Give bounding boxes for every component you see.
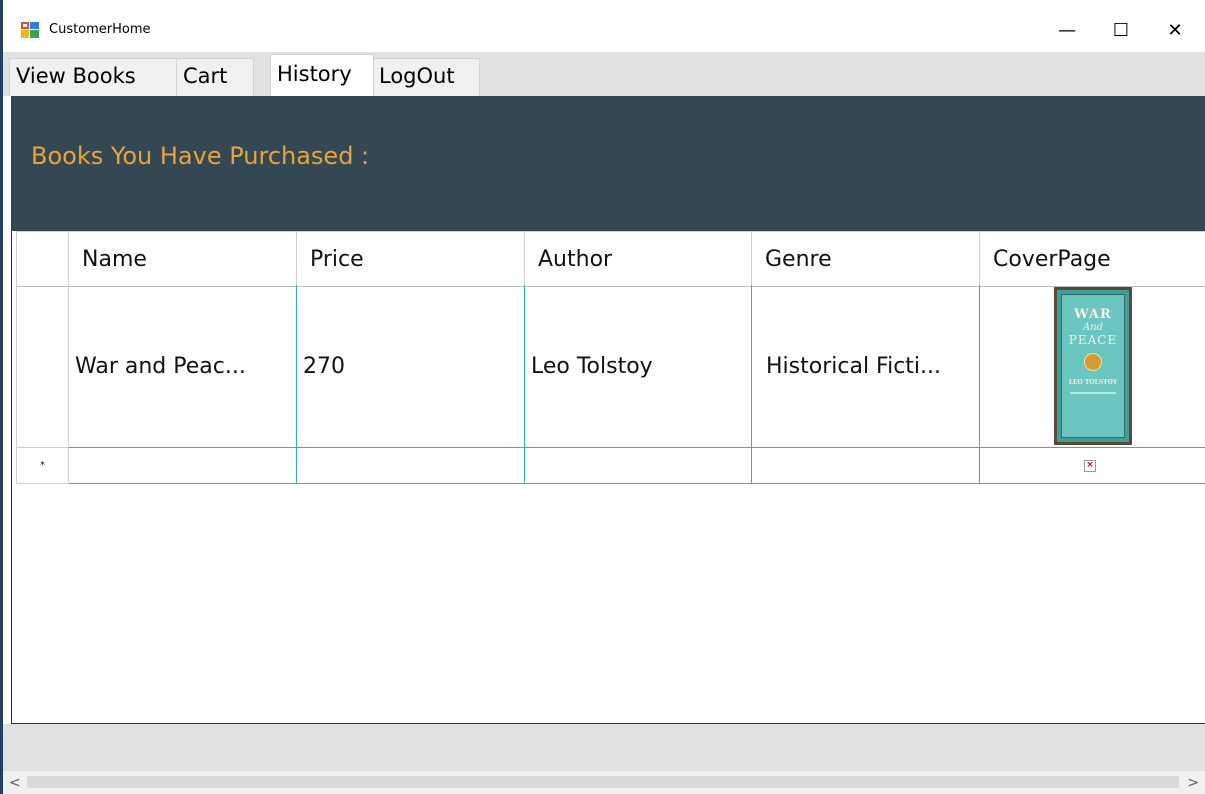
cell-author[interactable]: Leo Tolstoy <box>525 285 752 448</box>
broken-image-icon: × <box>1084 459 1096 472</box>
new-row[interactable]: * × <box>16 448 1205 484</box>
cell-genre[interactable]: Historical Ficti... <box>752 285 980 448</box>
cover-author: LEO TOLSTOY <box>1068 379 1118 386</box>
tab-strip: View Books Cart History LogOut <box>3 52 1205 96</box>
horizontal-scrollbar[interactable]: < > <box>3 770 1205 794</box>
new-cell-author[interactable] <box>525 448 752 484</box>
page-title: Books You Have Purchased : <box>31 142 370 170</box>
title-bar[interactable]: CustomerHome — ☐ ✕ <box>3 0 1205 52</box>
column-header-coverpage[interactable]: CoverPage <box>980 232 1205 286</box>
cell-name[interactable]: War and Peac... <box>69 285 297 448</box>
winforms-app-icon <box>21 22 39 38</box>
history-header-panel: Books You Have Purchased : <box>11 96 1205 231</box>
scroll-right-icon[interactable]: > <box>1187 775 1199 791</box>
customer-home-window: CustomerHome — ☐ ✕ View Books Cart Histo… <box>3 0 1205 794</box>
column-header-author[interactable]: Author <box>525 232 752 286</box>
tab-history[interactable]: History <box>270 54 374 96</box>
tab-view-books[interactable]: View Books <box>9 58 177 96</box>
tab-cart[interactable]: Cart <box>176 58 254 96</box>
new-cell-price[interactable] <box>297 448 525 484</box>
row-header[interactable] <box>16 285 69 448</box>
bottom-panel <box>3 724 1205 770</box>
cover-rule <box>1070 392 1116 394</box>
cover-title-peace: PEACE <box>1068 333 1118 347</box>
maximize-icon: ☐ <box>1112 19 1130 41</box>
cell-coverpage[interactable]: WAR And PEACE LEO TOLSTOY <box>980 285 1205 448</box>
tab-logout[interactable]: LogOut <box>372 58 480 96</box>
book-cover-image: WAR And PEACE LEO TOLSTOY <box>1054 287 1132 445</box>
new-cell-coverpage[interactable]: × <box>980 448 1205 484</box>
scroll-left-icon[interactable]: < <box>9 775 21 791</box>
new-cell-name[interactable] <box>69 448 297 484</box>
grid-header-row: Name Price Author Genre CoverPage <box>16 231 1205 287</box>
purchased-books-grid[interactable]: Name Price Author Genre CoverPage War an… <box>11 231 1205 724</box>
cell-price[interactable]: 270 <box>297 285 525 448</box>
table-row[interactable]: War and Peac... 270 Leo Tolstoy Historic… <box>16 285 1205 448</box>
minimize-icon: — <box>1058 19 1076 41</box>
new-cell-genre[interactable] <box>752 448 980 484</box>
column-header-price[interactable]: Price <box>297 232 525 286</box>
cover-title-war: WAR <box>1074 307 1112 322</box>
minimize-button[interactable]: — <box>1044 14 1090 46</box>
window-title: CustomerHome <box>49 22 151 37</box>
close-icon: ✕ <box>1167 19 1183 41</box>
close-button[interactable]: ✕ <box>1152 14 1198 46</box>
scrollbar-thumb[interactable] <box>27 776 1179 788</box>
cover-emblem <box>1084 353 1102 371</box>
column-header-genre[interactable]: Genre <box>752 232 980 286</box>
row-header-corner[interactable] <box>16 232 69 286</box>
cover-title-and: And <box>1082 322 1104 333</box>
new-row-header[interactable]: * <box>16 448 69 484</box>
maximize-button[interactable]: ☐ <box>1098 14 1144 46</box>
book-cover-art: WAR And PEACE LEO TOLSTOY <box>1061 294 1125 438</box>
column-header-name[interactable]: Name <box>69 232 297 286</box>
